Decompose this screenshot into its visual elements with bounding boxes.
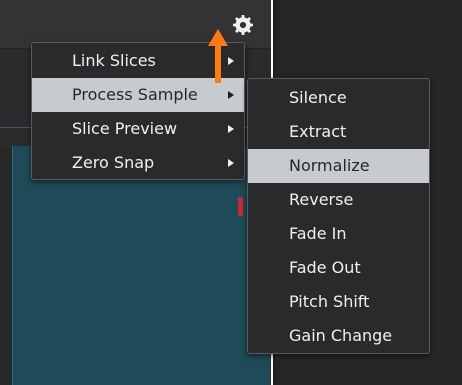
submenu-item-fade-out[interactable]: Fade Out (248, 251, 429, 285)
submenu-item-label: Normalize (289, 156, 370, 175)
slice-marker[interactable] (238, 197, 243, 216)
menu-item-label: Slice Preview (72, 119, 178, 138)
menu-item-label: Zero Snap (72, 153, 155, 172)
submenu-item-label: Pitch Shift (289, 292, 370, 311)
process-sample-submenu: Silence Extract Normalize Reverse Fade I… (247, 78, 430, 354)
menu-item-label: Process Sample (72, 85, 198, 104)
waveform-gutter (0, 146, 12, 385)
submenu-item-gain-change[interactable]: Gain Change (248, 319, 429, 353)
submenu-item-label: Reverse (289, 190, 354, 209)
chevron-right-icon (228, 91, 234, 99)
submenu-item-normalize[interactable]: Normalize (248, 149, 429, 183)
submenu-item-extract[interactable]: Extract (248, 115, 429, 149)
submenu-item-label: Fade In (289, 224, 347, 243)
menu-item-slice-preview[interactable]: Slice Preview (32, 112, 244, 146)
chevron-right-icon (228, 159, 234, 167)
menu-item-label: Link Slices (72, 51, 156, 70)
submenu-item-label: Gain Change (289, 326, 393, 345)
submenu-item-label: Fade Out (289, 258, 361, 277)
submenu-item-label: Silence (289, 88, 347, 107)
menu-item-zero-snap[interactable]: Zero Snap (32, 146, 244, 180)
waveform-display[interactable] (12, 146, 270, 385)
submenu-item-fade-in[interactable]: Fade In (248, 217, 429, 251)
submenu-item-silence[interactable]: Silence (248, 81, 429, 115)
app-window: Link Slices Process Sample Slice Preview… (0, 0, 462, 385)
submenu-item-label: Extract (289, 122, 347, 141)
chevron-right-icon (228, 125, 234, 133)
gear-icon[interactable] (232, 14, 254, 36)
submenu-item-reverse[interactable]: Reverse (248, 183, 429, 217)
up-arrow-icon (207, 28, 229, 84)
submenu-item-pitch-shift[interactable]: Pitch Shift (248, 285, 429, 319)
